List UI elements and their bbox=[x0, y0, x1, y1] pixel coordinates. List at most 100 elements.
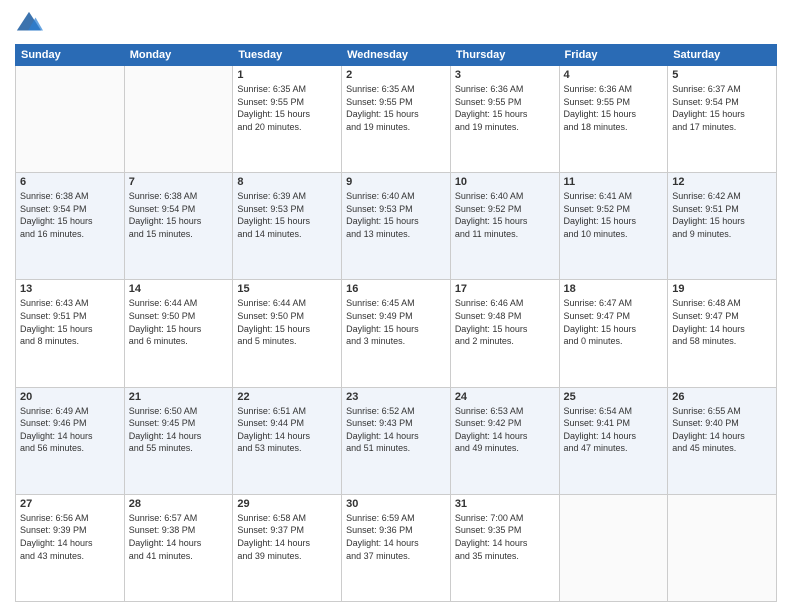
day-number: 9 bbox=[346, 176, 446, 188]
logo bbox=[15, 10, 45, 38]
calendar-cell: 29 Sunrise: 6:58 AM Sunset: 9:37 PM Dayli… bbox=[233, 494, 342, 601]
calendar-header-friday: Friday bbox=[559, 45, 668, 66]
calendar-week-row: 27 Sunrise: 6:56 AM Sunset: 9:39 PM Dayli… bbox=[16, 494, 777, 601]
calendar-cell bbox=[124, 66, 233, 173]
day-number: 31 bbox=[455, 498, 555, 510]
calendar-week-row: 20 Sunrise: 6:49 AM Sunset: 9:46 PM Dayli… bbox=[16, 387, 777, 494]
calendar-cell: 9 Sunrise: 6:40 AM Sunset: 9:53 PM Daylig… bbox=[342, 173, 451, 280]
day-number: 5 bbox=[672, 69, 772, 81]
day-info: Sunrise: 6:59 AM Sunset: 9:36 PM Dayligh… bbox=[346, 512, 446, 562]
day-info: Sunrise: 6:51 AM Sunset: 9:44 PM Dayligh… bbox=[237, 405, 337, 455]
day-info: Sunrise: 6:58 AM Sunset: 9:37 PM Dayligh… bbox=[237, 512, 337, 562]
day-number: 20 bbox=[20, 391, 120, 403]
calendar-cell: 15Sunrise: 6:44 AM Sunset: 9:50 PM Dayli… bbox=[233, 280, 342, 387]
calendar-cell: 14 Sunrise: 6:44 AM Sunset: 9:50 PM Dayli… bbox=[124, 280, 233, 387]
day-number: 7 bbox=[129, 176, 229, 188]
day-number: 27 bbox=[20, 498, 120, 510]
day-number: 25 bbox=[564, 391, 664, 403]
calendar-cell bbox=[668, 494, 777, 601]
calendar-header-sunday: Sunday bbox=[16, 45, 125, 66]
calendar-table: SundayMondayTuesdayWednesdayThursdayFrid… bbox=[15, 44, 777, 602]
day-info: Sunrise: 6:47 AM Sunset: 9:47 PM Dayligh… bbox=[564, 297, 664, 347]
calendar-cell: 6 Sunrise: 6:38 AM Sunset: 9:54 PM Daylig… bbox=[16, 173, 125, 280]
day-info: Sunrise: 6:41 AM Sunset: 9:52 PM Dayligh… bbox=[564, 190, 664, 240]
day-number: 2 bbox=[346, 69, 446, 81]
day-number: 3 bbox=[455, 69, 555, 81]
calendar-header-monday: Monday bbox=[124, 45, 233, 66]
day-info: Sunrise: 6:49 AM Sunset: 9:46 PM Dayligh… bbox=[20, 405, 120, 455]
day-info: Sunrise: 6:45 AM Sunset: 9:49 PM Dayligh… bbox=[346, 297, 446, 347]
calendar-cell: 18 Sunrise: 6:47 AM Sunset: 9:47 PM Dayli… bbox=[559, 280, 668, 387]
day-info: Sunrise: 6:52 AM Sunset: 9:43 PM Dayligh… bbox=[346, 405, 446, 455]
day-info: Sunrise: 6:44 AM Sunset: 9:50 PM Dayligh… bbox=[129, 297, 229, 347]
calendar-cell: 16Sunrise: 6:45 AM Sunset: 9:49 PM Dayli… bbox=[342, 280, 451, 387]
calendar-cell: 19 Sunrise: 6:48 AM Sunset: 9:47 PM Dayli… bbox=[668, 280, 777, 387]
calendar-cell: 11 Sunrise: 6:41 AM Sunset: 9:52 PM Dayli… bbox=[559, 173, 668, 280]
calendar-cell: 2 Sunrise: 6:35 AM Sunset: 9:55 PM Daylig… bbox=[342, 66, 451, 173]
calendar-cell: 17Sunrise: 6:46 AM Sunset: 9:48 PM Dayli… bbox=[450, 280, 559, 387]
calendar-cell: 26 Sunrise: 6:55 AM Sunset: 9:40 PM Dayli… bbox=[668, 387, 777, 494]
calendar-cell: 31 Sunrise: 7:00 AM Sunset: 9:35 PM Dayli… bbox=[450, 494, 559, 601]
logo-icon bbox=[15, 10, 43, 38]
calendar-cell: 8 Sunrise: 6:39 AM Sunset: 9:53 PM Daylig… bbox=[233, 173, 342, 280]
day-number: 17 bbox=[455, 283, 555, 295]
calendar-header-wednesday: Wednesday bbox=[342, 45, 451, 66]
day-info: Sunrise: 6:39 AM Sunset: 9:53 PM Dayligh… bbox=[237, 190, 337, 240]
page-header bbox=[15, 10, 777, 38]
day-info: Sunrise: 6:54 AM Sunset: 9:41 PM Dayligh… bbox=[564, 405, 664, 455]
day-info: Sunrise: 6:55 AM Sunset: 9:40 PM Dayligh… bbox=[672, 405, 772, 455]
day-number: 29 bbox=[237, 498, 337, 510]
calendar-cell: 4Sunrise: 6:36 AM Sunset: 9:55 PM Daylig… bbox=[559, 66, 668, 173]
calendar-cell bbox=[16, 66, 125, 173]
day-info: Sunrise: 7:00 AM Sunset: 9:35 PM Dayligh… bbox=[455, 512, 555, 562]
day-number: 8 bbox=[237, 176, 337, 188]
calendar-cell: 24Sunrise: 6:53 AM Sunset: 9:42 PM Dayli… bbox=[450, 387, 559, 494]
day-info: Sunrise: 6:50 AM Sunset: 9:45 PM Dayligh… bbox=[129, 405, 229, 455]
day-number: 21 bbox=[129, 391, 229, 403]
day-number: 30 bbox=[346, 498, 446, 510]
calendar-cell: 21 Sunrise: 6:50 AM Sunset: 9:45 PM Dayli… bbox=[124, 387, 233, 494]
day-number: 26 bbox=[672, 391, 772, 403]
day-info: Sunrise: 6:40 AM Sunset: 9:52 PM Dayligh… bbox=[455, 190, 555, 240]
day-number: 13 bbox=[20, 283, 120, 295]
calendar-cell: 30 Sunrise: 6:59 AM Sunset: 9:36 PM Dayli… bbox=[342, 494, 451, 601]
day-number: 6 bbox=[20, 176, 120, 188]
day-number: 1 bbox=[237, 69, 337, 81]
day-number: 4 bbox=[564, 69, 664, 81]
calendar-week-row: 1 Sunrise: 6:35 AM Sunset: 9:55 PM Daylig… bbox=[16, 66, 777, 173]
day-number: 14 bbox=[129, 283, 229, 295]
day-number: 23 bbox=[346, 391, 446, 403]
day-info: Sunrise: 6:40 AM Sunset: 9:53 PM Dayligh… bbox=[346, 190, 446, 240]
calendar-cell: 7 Sunrise: 6:38 AM Sunset: 9:54 PM Daylig… bbox=[124, 173, 233, 280]
calendar-header-thursday: Thursday bbox=[450, 45, 559, 66]
calendar-cell: 23 Sunrise: 6:52 AM Sunset: 9:43 PM Dayli… bbox=[342, 387, 451, 494]
day-number: 15 bbox=[237, 283, 337, 295]
calendar-cell: 1 Sunrise: 6:35 AM Sunset: 9:55 PM Daylig… bbox=[233, 66, 342, 173]
day-info: Sunrise: 6:35 AM Sunset: 9:55 PM Dayligh… bbox=[346, 83, 446, 133]
calendar-cell: 22 Sunrise: 6:51 AM Sunset: 9:44 PM Dayli… bbox=[233, 387, 342, 494]
day-number: 18 bbox=[564, 283, 664, 295]
day-info: Sunrise: 6:48 AM Sunset: 9:47 PM Dayligh… bbox=[672, 297, 772, 347]
calendar-header-tuesday: Tuesday bbox=[233, 45, 342, 66]
day-info: Sunrise: 6:37 AM Sunset: 9:54 PM Dayligh… bbox=[672, 83, 772, 133]
calendar-cell: 12Sunrise: 6:42 AM Sunset: 9:51 PM Dayli… bbox=[668, 173, 777, 280]
calendar-cell: 25 Sunrise: 6:54 AM Sunset: 9:41 PM Dayli… bbox=[559, 387, 668, 494]
calendar-cell: 10 Sunrise: 6:40 AM Sunset: 9:52 PM Dayli… bbox=[450, 173, 559, 280]
day-info: Sunrise: 6:42 AM Sunset: 9:51 PM Dayligh… bbox=[672, 190, 772, 240]
calendar-cell: 20 Sunrise: 6:49 AM Sunset: 9:46 PM Dayli… bbox=[16, 387, 125, 494]
calendar-header-row: SundayMondayTuesdayWednesdayThursdayFrid… bbox=[16, 45, 777, 66]
calendar-cell: 3 Sunrise: 6:36 AM Sunset: 9:55 PM Daylig… bbox=[450, 66, 559, 173]
day-info: Sunrise: 6:56 AM Sunset: 9:39 PM Dayligh… bbox=[20, 512, 120, 562]
day-number: 19 bbox=[672, 283, 772, 295]
calendar-header-saturday: Saturday bbox=[668, 45, 777, 66]
calendar-cell: 13Sunrise: 6:43 AM Sunset: 9:51 PM Dayli… bbox=[16, 280, 125, 387]
day-info: Sunrise: 6:35 AM Sunset: 9:55 PM Dayligh… bbox=[237, 83, 337, 133]
day-number: 11 bbox=[564, 176, 664, 188]
day-info: Sunrise: 6:36 AM Sunset: 9:55 PM Dayligh… bbox=[455, 83, 555, 133]
calendar-cell: 28Sunrise: 6:57 AM Sunset: 9:38 PM Dayli… bbox=[124, 494, 233, 601]
day-number: 10 bbox=[455, 176, 555, 188]
day-number: 22 bbox=[237, 391, 337, 403]
day-info: Sunrise: 6:38 AM Sunset: 9:54 PM Dayligh… bbox=[129, 190, 229, 240]
calendar-week-row: 13Sunrise: 6:43 AM Sunset: 9:51 PM Dayli… bbox=[16, 280, 777, 387]
day-info: Sunrise: 6:38 AM Sunset: 9:54 PM Dayligh… bbox=[20, 190, 120, 240]
